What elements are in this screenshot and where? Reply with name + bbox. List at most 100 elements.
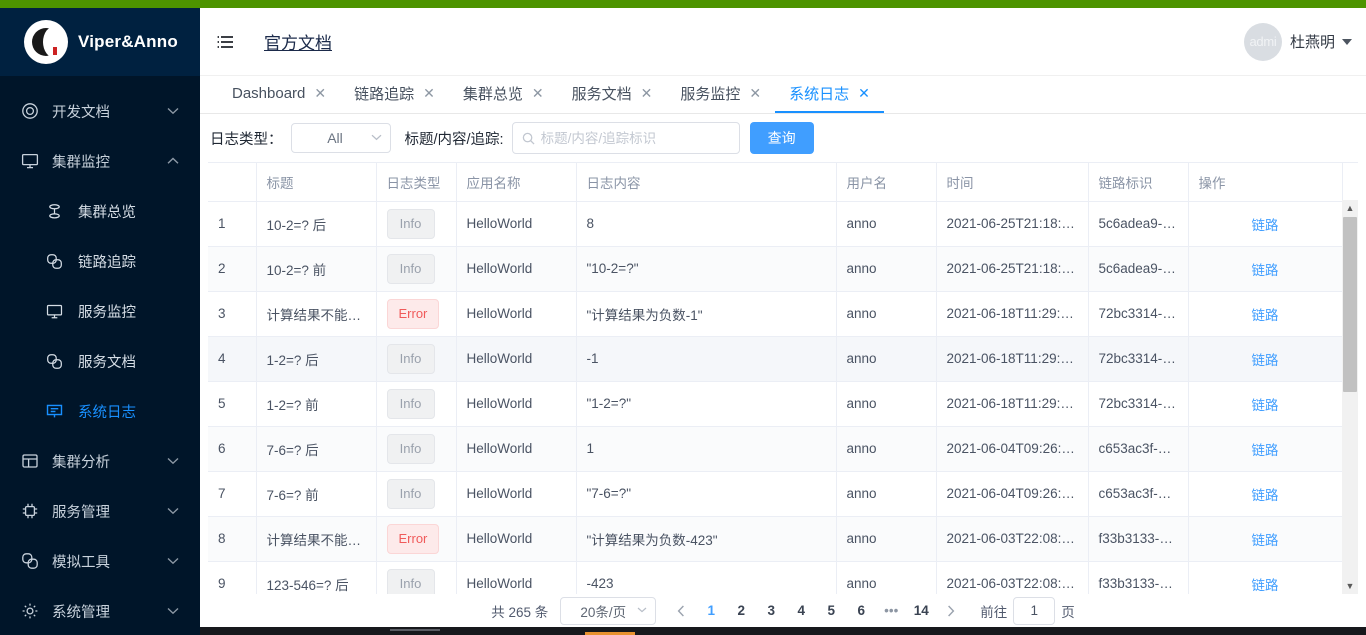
trace-link[interactable]: 链路: [1252, 443, 1279, 458]
page-button-6[interactable]: 6: [846, 597, 876, 625]
app-root: Viper&Anno 开发文档: [0, 0, 1366, 635]
table-row[interactable]: 67-6=? 后InfoHelloWorld1anno2021-06-04T09…: [208, 426, 1342, 471]
status-badge: Info: [387, 569, 435, 595]
sidebar-item-trace[interactable]: 链路追踪: [0, 236, 200, 286]
trace-link[interactable]: 链路: [1252, 488, 1279, 503]
cell-action[interactable]: 链路: [1188, 336, 1342, 381]
tab-dashboard[interactable]: Dashboard ✕: [218, 76, 340, 113]
trace-link[interactable]: 链路: [1252, 533, 1279, 548]
close-icon[interactable]: ✕: [749, 85, 761, 102]
trace-link[interactable]: 链路: [1252, 398, 1279, 413]
table-row[interactable]: 51-2=? 前InfoHelloWorld"1-2=?"anno2021-06…: [208, 381, 1342, 426]
sidebar-item-cluster-monitor[interactable]: 集群监控: [0, 136, 200, 186]
gear-icon: [20, 601, 40, 621]
cell-log-type: Error: [376, 516, 456, 561]
sidebar-subitem-label: 系统日志: [78, 401, 136, 422]
page-button-last[interactable]: 14: [906, 597, 936, 625]
cell-time: 2021-06-04T09:26:53.291388: [936, 426, 1088, 471]
table-row[interactable]: 9123-546=? 后InfoHelloWorld-423anno2021-0…: [208, 561, 1342, 594]
table-row[interactable]: 77-6=? 前InfoHelloWorld"7-6=?"anno2021-06…: [208, 471, 1342, 516]
official-docs-link[interactable]: 官方文档: [264, 29, 332, 54]
cell-trace-id: c653ac3f-12...: [1088, 471, 1188, 516]
next-page-button[interactable]: [936, 597, 966, 625]
cell-username: anno: [836, 291, 936, 336]
taskbar-left-panel: [0, 627, 200, 635]
close-icon[interactable]: ✕: [532, 85, 544, 102]
sidebar-item-simulation-tools[interactable]: 模拟工具: [0, 536, 200, 586]
trace-link[interactable]: 链路: [1252, 218, 1279, 233]
page-button-1[interactable]: 1: [696, 597, 726, 625]
cell-action[interactable]: 链路: [1188, 471, 1342, 516]
cell-log-content: "7-6=?": [576, 471, 836, 516]
cell-index: 3: [208, 291, 256, 336]
sidebar-item-system-log[interactable]: 系统日志: [0, 386, 200, 436]
cell-index: 6: [208, 426, 256, 471]
tab-label: 系统日志: [789, 83, 849, 104]
table-row[interactable]: 3计算结果不能为…ErrorHelloWorld"计算结果为负数-1"anno2…: [208, 291, 1342, 336]
sidebar-item-cluster-overview[interactable]: 集群总览: [0, 186, 200, 236]
tab-service-monitor[interactable]: 服务监控 ✕: [666, 76, 775, 113]
cell-index: 5: [208, 381, 256, 426]
tab-system-log[interactable]: 系统日志 ✕: [775, 76, 884, 113]
query-button[interactable]: 查询: [750, 122, 814, 154]
prev-page-button[interactable]: [666, 597, 696, 625]
triangle-down-icon[interactable]: ▼: [1342, 578, 1358, 594]
page-button-2[interactable]: 2: [726, 597, 756, 625]
trace-link[interactable]: 链路: [1252, 353, 1279, 368]
close-icon[interactable]: ✕: [423, 85, 435, 102]
table-row[interactable]: 210-2=? 前InfoHelloWorld"10-2=?"anno2021-…: [208, 246, 1342, 291]
user-menu[interactable]: admi 杜燕明: [1244, 23, 1352, 61]
table-row[interactable]: 110-2=? 后InfoHelloWorld8anno2021-06-25T2…: [208, 201, 1342, 246]
close-icon[interactable]: ✕: [314, 85, 326, 102]
search-field-wrap[interactable]: [512, 122, 740, 154]
trace-link[interactable]: 链路: [1252, 263, 1279, 278]
hamburger-icon[interactable]: [208, 25, 242, 59]
page-button-4[interactable]: 4: [786, 597, 816, 625]
trace-link[interactable]: 链路: [1252, 308, 1279, 323]
tab-service-docs[interactable]: 服务文档 ✕: [558, 76, 667, 113]
table-header-row: 标题 日志类型 应用名称 日志内容 用户名 时间 链路标识 操作: [208, 163, 1342, 201]
sidebar-item-system-management[interactable]: 系统管理: [0, 586, 200, 627]
goto-page-input[interactable]: [1013, 597, 1055, 625]
page-ellipsis[interactable]: •••: [876, 603, 906, 618]
cell-action[interactable]: 链路: [1188, 426, 1342, 471]
taskbar-item-inactive[interactable]: [390, 629, 440, 631]
brand-logo[interactable]: Viper&Anno: [0, 8, 200, 76]
page-size-select[interactable]: 20条/页: [560, 597, 656, 625]
cell-action[interactable]: 链路: [1188, 516, 1342, 561]
cell-title: 1-2=? 前: [256, 381, 376, 426]
chevron-down-icon: [162, 107, 184, 115]
sidebar-item-service-docs[interactable]: 服务文档: [0, 336, 200, 386]
status-badge: Info: [387, 389, 435, 419]
page-button-3[interactable]: 3: [756, 597, 786, 625]
table-row[interactable]: 41-2=? 后InfoHelloWorld-1anno2021-06-18T1…: [208, 336, 1342, 381]
log-type-select[interactable]: All: [291, 123, 391, 153]
cell-action[interactable]: 链路: [1188, 381, 1342, 426]
top-header: 官方文档 admi 杜燕明: [200, 8, 1366, 76]
tab-cluster-overview[interactable]: 集群总览 ✕: [449, 76, 558, 113]
cell-time: 2021-06-18T11:29:24.258778: [936, 336, 1088, 381]
tab-trace[interactable]: 链路追踪 ✕: [340, 76, 449, 113]
cell-action[interactable]: 链路: [1188, 201, 1342, 246]
table-row[interactable]: 8计算结果不能为…ErrorHelloWorld"计算结果为负数-423"ann…: [208, 516, 1342, 561]
sidebar-item-service-management[interactable]: 服务管理: [0, 486, 200, 536]
sidebar-item-dev-docs[interactable]: 开发文档: [0, 86, 200, 136]
sidebar-item-service-monitor[interactable]: 服务监控: [0, 286, 200, 336]
trace-link[interactable]: 链路: [1252, 578, 1279, 593]
table-scrollbar[interactable]: ▲ ▼: [1342, 200, 1358, 594]
scrollbar-thumb[interactable]: [1343, 217, 1357, 392]
cell-action[interactable]: 链路: [1188, 561, 1342, 594]
chevron-down-icon: [1342, 39, 1352, 45]
col-app-name: 应用名称: [456, 163, 576, 201]
triangle-up-icon[interactable]: ▲: [1342, 200, 1358, 216]
cell-action[interactable]: 链路: [1188, 291, 1342, 336]
sidebar-item-cluster-analysis[interactable]: 集群分析: [0, 436, 200, 486]
cell-time: 2021-06-25T21:18:17.557427: [936, 201, 1088, 246]
page-button-5[interactable]: 5: [816, 597, 846, 625]
close-icon[interactable]: ✕: [641, 85, 653, 102]
search-input[interactable]: [541, 131, 730, 146]
cell-action[interactable]: 链路: [1188, 246, 1342, 291]
col-index: [208, 163, 256, 201]
close-icon[interactable]: ✕: [858, 85, 870, 102]
status-badge: Info: [387, 209, 435, 239]
